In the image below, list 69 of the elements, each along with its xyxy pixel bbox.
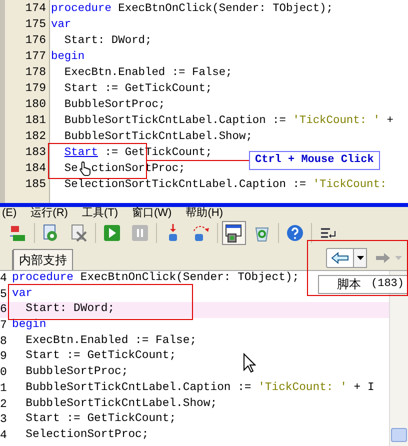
caret-icon [356,256,364,260]
menu-item[interactable]: 工具(T) [82,207,118,219]
code-line: procedure ExecBtnOnClick(Sender: TObject); [50,2,333,17]
document-cross-icon [69,222,89,242]
line-number: 176 [24,33,47,49]
line-number: 184 [24,161,47,177]
line-number: 179 [24,81,47,97]
line-number: 174 [24,1,47,17]
menu-item[interactable]: 帮助(H) [186,207,223,219]
code-line: Start := GetTickCount; [63,82,212,97]
callout-label: Ctrl + Mouse Click [249,151,380,170]
tab[interactable]: 内部支持 [13,249,73,270]
line-number: 183 [24,145,47,161]
code-line: ExecBtn.Enabled := False; [63,66,232,81]
forward-arrow-icon [375,253,391,263]
code-line: ExecBtn.Enabled := False; [24,334,197,349]
mouse-pointer-icon [243,353,256,373]
menu-item[interactable]: 脚本 [337,277,361,292]
help-icon [285,222,305,242]
pause-icon [130,222,150,242]
code-line: SelectionSortProc; [24,428,149,443]
menu-item-count: (183) [371,277,404,292]
back-button[interactable] [326,248,354,268]
caret-icon [395,256,402,260]
code-line: Start: DWord; [24,302,115,318]
code-line: begin [11,318,46,334]
code-line: Start := GetTickCount; [24,349,176,364]
back-arrow-icon [331,252,349,264]
code-line: BubbleSortProc; [24,365,128,380]
line-number: 7 [0,318,8,334]
code-line: var [50,18,72,33]
line-number: 4 [0,271,8,287]
code-link[interactable]: Start [64,147,98,159]
code-line: Start: DWord; [63,34,152,49]
window-icon [224,222,244,242]
line-number: 8 [0,334,8,350]
line-number: 2 [0,396,8,412]
line-number: 5 [0,286,8,302]
code-line: var [11,286,33,302]
code-line: SelectionSortTickCntLabel.Caption := 'TickCount: [63,178,387,193]
line-number: 3 [0,412,8,428]
line-number: 9 [0,349,8,366]
code-line: BubbleSortTickCntLabel.Caption := 'TickCount: ' + I [24,380,374,396]
code-text: Se [63,163,78,175]
line-number: 182 [24,129,47,145]
dropdown-button[interactable] [354,248,367,268]
code-line: begin [50,50,85,65]
line-number: 175 [24,17,47,33]
code-line: BubbleSortTickCntLabel.Caption := 'TickCount: ' + [63,114,394,129]
line-number: 178 [24,65,47,81]
code-line: procedure ExecBtnOnClick(Sender: TObject); [11,271,300,286]
menu-item[interactable]: (E) [2,207,17,219]
toolbar-button[interactable] [222,220,246,244]
line-number: 0 [0,365,8,381]
line-number: 4 [0,428,8,444]
line-number: 180 [24,97,47,113]
menu-item[interactable]: 运行(R) [30,207,68,219]
line-number: 181 [24,113,47,129]
play-icon [102,222,122,242]
line-number: 1 [0,380,8,396]
code-line: Start := GetTickCount; [24,412,176,428]
code-line: BubbleSortTickCntLabel.Show; [24,396,218,412]
code-line: BubbleSortTickCntLabel.Show; [63,130,252,145]
line-number: 177 [24,49,47,65]
line-number: 185 [24,177,47,193]
scroll-thumb[interactable] [391,428,407,442]
hand-cursor-icon [78,161,91,176]
code-line: BubbleSortProc; [63,98,166,113]
menu-item[interactable]: 窗口(W) [132,207,172,219]
